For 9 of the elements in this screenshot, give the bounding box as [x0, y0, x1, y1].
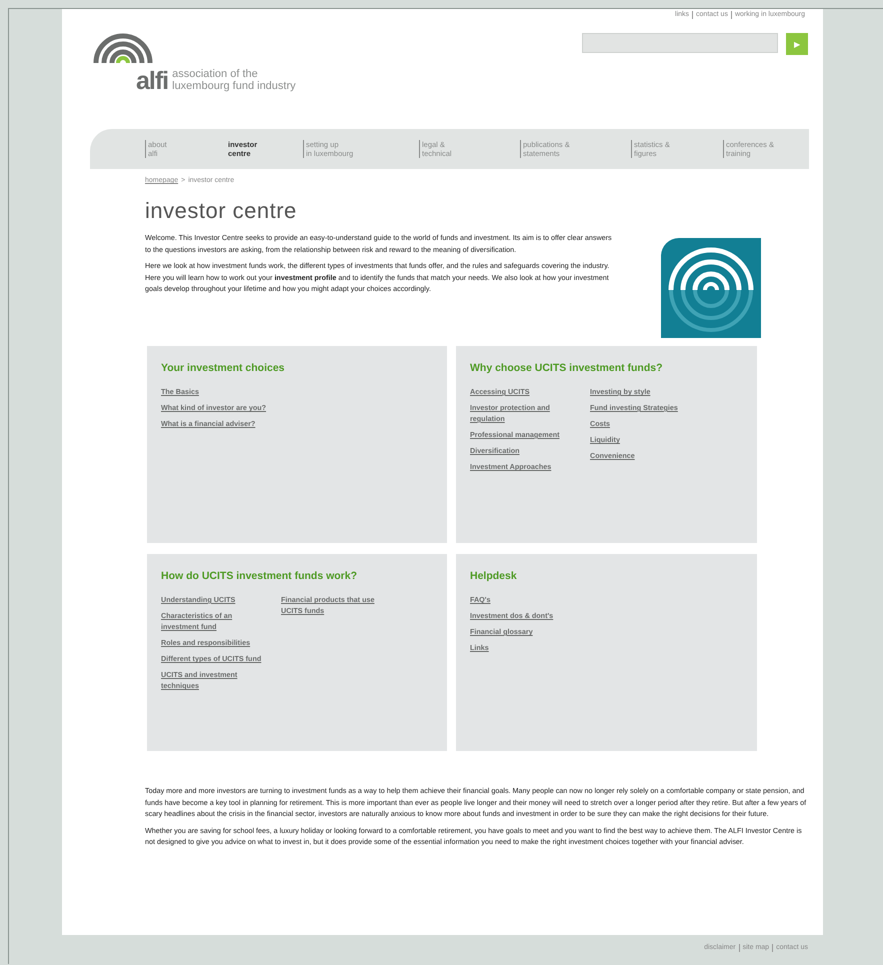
panel-heading: Your investment choices: [161, 362, 286, 374]
concentric-arcs-icon: [661, 238, 761, 338]
search-field[interactable]: [582, 33, 778, 53]
logo-tagline: association of the luxembourg fund industry: [172, 68, 296, 92]
logo-wordmark: alfi: [136, 70, 168, 92]
panel-heading: Helpdesk: [470, 570, 518, 582]
panel-heading: How do UCITS investment funds work?: [161, 570, 358, 582]
page-title: investor centre: [145, 198, 298, 224]
panel-heading: Why choose UCITS investment funds?: [470, 362, 664, 374]
